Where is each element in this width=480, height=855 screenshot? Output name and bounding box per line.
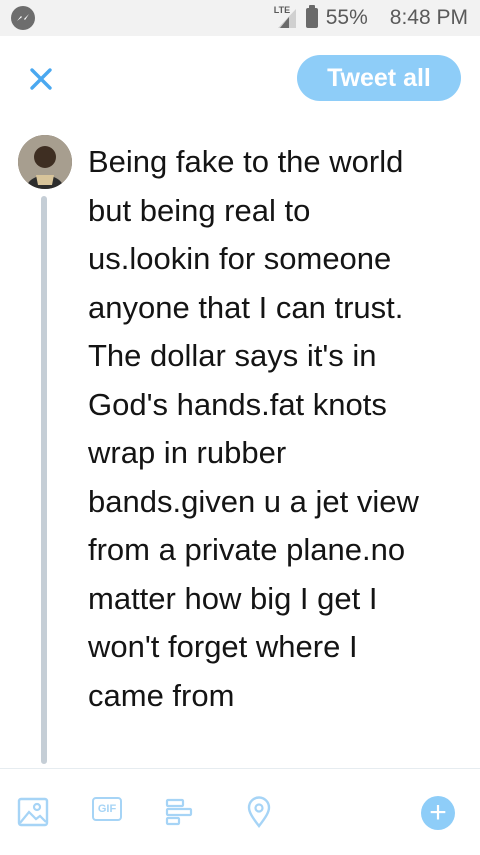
compose-toolbar	[0, 768, 480, 855]
clock: 8:48 PM	[389, 6, 468, 29]
battery-percent: 55%	[325, 6, 368, 29]
status-right: LTE 55% 8:48 PM	[274, 0, 468, 36]
tweet-compose-text[interactable]: Being fake to the world but being real t…	[88, 138, 463, 720]
location-icon[interactable]	[242, 795, 276, 829]
battery-icon	[305, 5, 318, 28]
status-bar: LTE 55% 8:48 PM	[0, 0, 480, 36]
poll-icon[interactable]	[163, 795, 197, 829]
tweet-all-button[interactable]: Tweet all	[297, 55, 461, 101]
image-icon[interactable]	[16, 795, 50, 829]
avatar	[18, 135, 72, 189]
thread-line	[41, 196, 47, 764]
gif-icon[interactable]: GIF	[92, 797, 122, 821]
messenger-icon	[11, 6, 35, 30]
add-icon[interactable]: +	[421, 796, 455, 830]
signal-icon: LTE	[274, 5, 298, 29]
close-icon[interactable]	[24, 62, 58, 96]
